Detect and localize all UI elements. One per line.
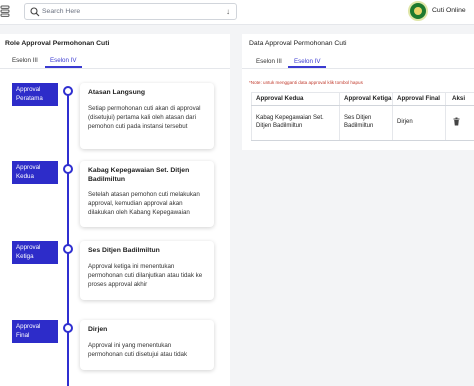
trash-icon[interactable] (453, 117, 460, 126)
step-card: Dirjen Approval ini yang menentukan perm… (80, 320, 214, 370)
chevron-down-icon[interactable]: ↓ (224, 6, 232, 18)
timeline-node (63, 323, 73, 333)
avatar[interactable] (408, 1, 428, 21)
timeline-node (63, 164, 73, 174)
tab-eselon-iv[interactable]: Eselon IV (50, 57, 76, 64)
step-description: Approval ini yang menentukan permohonan … (88, 341, 188, 358)
table-row-divider (251, 140, 474, 141)
step-label: Approval Final (12, 320, 58, 343)
step-card: Kabag Kepegawaian Set. Ditjen Badilmiltu… (80, 161, 214, 227)
search-bar[interactable]: Search Here ↓ (24, 3, 237, 20)
data-approval-panel: Data Approval Permohonan Cuti Eselon III… (242, 34, 474, 150)
timeline-node (63, 244, 73, 254)
step-title: Ses Ditjen Badilmiltun (88, 247, 160, 254)
divider (242, 68, 474, 69)
cell-approval-kedua: Kabag Kepegawaian Set. Ditjen Badilmiltu… (256, 115, 324, 129)
column-header: Approval Final (397, 95, 440, 102)
panel-title: Data Approval Permohonan Cuti (249, 40, 347, 47)
table-border (251, 92, 252, 140)
search-input[interactable]: Search Here (42, 8, 80, 15)
step-label: Approval Ketiga (12, 241, 58, 264)
step-label: Approval Peratama (12, 83, 58, 106)
user-label[interactable]: Cuti Online (432, 7, 466, 14)
table-border (445, 92, 446, 140)
divider (0, 68, 230, 69)
panel-title: Role Approval Permohonan Cuti (5, 40, 110, 47)
cell-approval-ketiga: Ses Ditjen Badilmiltun (344, 115, 374, 129)
table-border (339, 92, 340, 140)
step-title: Dirjen (88, 326, 108, 333)
step-card: Atasan Langsung Setiap permohonan cuti a… (80, 83, 214, 149)
timeline-line (67, 92, 69, 386)
cell-approval-final: Dirjen (397, 119, 413, 125)
step-title: Atasan Langsung (88, 89, 146, 96)
search-icon (30, 7, 40, 17)
column-header: Aksi (452, 95, 466, 102)
tab-eselon-iv[interactable]: Eselon IV (294, 58, 320, 65)
approval-note: *Note: untuk mengganti data approval kli… (249, 80, 363, 85)
menu-icon[interactable] (0, 4, 14, 18)
step-card: Ses Ditjen Badilmiltun Approval ketiga i… (80, 241, 214, 300)
step-description: Setiap permohonan cuti akan di approval … (88, 104, 201, 130)
tab-eselon-iii[interactable]: Eselon III (12, 57, 38, 64)
column-header: Approval Ketiga (344, 95, 392, 102)
top-bar: Search Here ↓ Cuti Online (0, 0, 474, 25)
column-header: Approval Kedua (256, 95, 304, 102)
table-border (392, 92, 393, 140)
table-border (251, 92, 474, 93)
step-title: Kabag Kepegawaian Set. Ditjen Badilmiltu… (88, 167, 190, 183)
step-description: Approval ketiga ini menentukan permohona… (88, 262, 203, 288)
step-label: Approval Kedua (12, 161, 58, 184)
table-header-divider (251, 105, 474, 106)
tab-eselon-iii[interactable]: Eselon III (256, 58, 282, 65)
timeline-node (63, 86, 73, 96)
step-description: Setelah atasan pemohon cuti melakukan ap… (88, 191, 200, 216)
